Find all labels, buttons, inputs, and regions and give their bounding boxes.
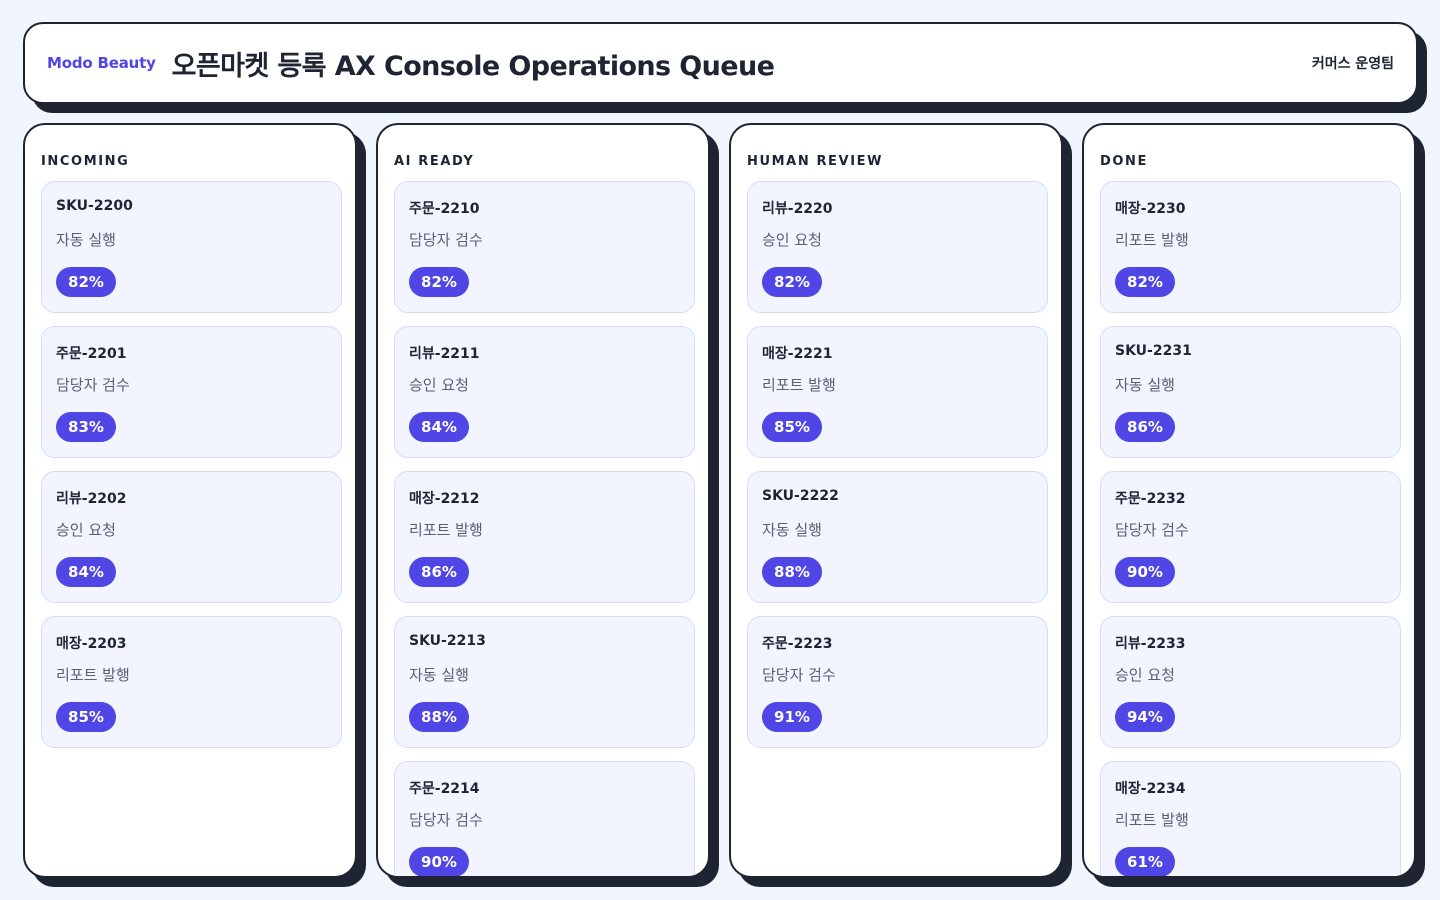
card-status: 자동 실행	[1115, 376, 1175, 394]
queue-card[interactable]: 주문-2232 담당자 검수 90%	[1100, 471, 1401, 603]
card-status: 자동 실행	[56, 231, 116, 249]
card-id: 매장-2230	[1115, 201, 1186, 217]
queue-card[interactable]: SKU-2222 자동 실행 88%	[747, 471, 1048, 603]
team-name: 커머스 운영팀	[1311, 56, 1394, 72]
queue-card[interactable]: 매장-2221 리포트 발행 85%	[747, 326, 1048, 458]
card-id: 주문-2214	[409, 781, 480, 797]
column-done: DONE 매장-2230 리포트 발행 82% SKU-2231 자동 실행 8…	[1082, 123, 1416, 878]
card-id: 리뷰-2233	[1115, 636, 1186, 652]
card-status: 리포트 발행	[1115, 811, 1189, 829]
confidence-badge: 86%	[1115, 412, 1175, 442]
page-title: 오픈마켓 등록 AX Console Operations Queue	[171, 50, 775, 82]
queue-card[interactable]: SKU-2231 자동 실행 86%	[1100, 326, 1401, 458]
confidence-badge: 88%	[762, 557, 822, 587]
card-id: 리뷰-2202	[56, 491, 127, 507]
brand-logo[interactable]: Modo Beauty	[47, 54, 156, 72]
card-status: 담당자 검수	[1115, 521, 1189, 539]
card-id: SKU-2200	[56, 198, 133, 214]
card-id: 주문-2201	[56, 346, 127, 362]
confidence-badge: 88%	[409, 702, 469, 732]
queue-card[interactable]: 주문-2223 담당자 검수 91%	[747, 616, 1048, 748]
queue-card[interactable]: 매장-2234 리포트 발행 61%	[1100, 761, 1401, 876]
queue-card[interactable]: 리뷰-2211 승인 요청 84%	[394, 326, 695, 458]
card-status: 자동 실행	[409, 666, 469, 684]
confidence-badge: 86%	[409, 557, 469, 587]
confidence-badge: 90%	[1115, 557, 1175, 587]
card-id: 매장-2203	[56, 636, 127, 652]
confidence-badge: 82%	[56, 267, 116, 297]
card-status: 리포트 발행	[762, 376, 836, 394]
card-id: SKU-2213	[409, 633, 486, 649]
queue-card[interactable]: 주문-2210 담당자 검수 82%	[394, 181, 695, 313]
card-status: 승인 요청	[762, 231, 822, 249]
confidence-badge: 85%	[56, 702, 116, 732]
card-status: 담당자 검수	[56, 376, 130, 394]
confidence-badge: 94%	[1115, 702, 1175, 732]
card-id: 주문-2223	[762, 636, 833, 652]
confidence-badge: 83%	[56, 412, 116, 442]
card-id: 주문-2232	[1115, 491, 1186, 507]
confidence-badge: 82%	[1115, 267, 1175, 297]
card-id: SKU-2231	[1115, 343, 1192, 359]
card-id: 매장-2221	[762, 346, 833, 362]
card-status: 담당자 검수	[762, 666, 836, 684]
confidence-badge: 90%	[409, 847, 469, 876]
queue-card[interactable]: 매장-2230 리포트 발행 82%	[1100, 181, 1401, 313]
column-title: HUMAN REVIEW	[747, 154, 884, 169]
column-incoming: INCOMING SKU-2200 자동 실행 82% 주문-2201 담당자 …	[23, 123, 357, 878]
confidence-badge: 85%	[762, 412, 822, 442]
card-status: 자동 실행	[762, 521, 822, 539]
confidence-badge: 82%	[762, 267, 822, 297]
app-header: Modo Beauty 오픈마켓 등록 AX Console Operation…	[23, 22, 1418, 104]
queue-card[interactable]: 리뷰-2220 승인 요청 82%	[747, 181, 1048, 313]
column-title: INCOMING	[41, 154, 130, 169]
column-ai-ready: AI READY 주문-2210 담당자 검수 82% 리뷰-2211 승인 요…	[376, 123, 710, 878]
card-id: 리뷰-2220	[762, 201, 833, 217]
card-status: 승인 요청	[1115, 666, 1175, 684]
column-title: AI READY	[394, 154, 475, 169]
queue-card[interactable]: 주문-2201 담당자 검수 83%	[41, 326, 342, 458]
card-id: SKU-2222	[762, 488, 839, 504]
card-status: 리포트 발행	[56, 666, 130, 684]
card-status: 리포트 발행	[1115, 231, 1189, 249]
queue-card[interactable]: 매장-2212 리포트 발행 86%	[394, 471, 695, 603]
confidence-badge: 82%	[409, 267, 469, 297]
confidence-badge: 61%	[1115, 847, 1175, 876]
card-status: 담당자 검수	[409, 811, 483, 829]
card-id: 매장-2212	[409, 491, 480, 507]
card-status: 승인 요청	[409, 376, 469, 394]
queue-card[interactable]: 리뷰-2233 승인 요청 94%	[1100, 616, 1401, 748]
confidence-badge: 84%	[56, 557, 116, 587]
confidence-badge: 91%	[762, 702, 822, 732]
queue-card[interactable]: SKU-2200 자동 실행 82%	[41, 181, 342, 313]
card-status: 승인 요청	[56, 521, 116, 539]
card-id: 리뷰-2211	[409, 346, 480, 362]
queue-card[interactable]: 리뷰-2202 승인 요청 84%	[41, 471, 342, 603]
card-status: 담당자 검수	[409, 231, 483, 249]
card-id: 매장-2234	[1115, 781, 1186, 797]
confidence-badge: 84%	[409, 412, 469, 442]
queue-card[interactable]: 매장-2203 리포트 발행 85%	[41, 616, 342, 748]
card-status: 리포트 발행	[409, 521, 483, 539]
queue-card[interactable]: 주문-2214 담당자 검수 90%	[394, 761, 695, 876]
queue-card[interactable]: SKU-2213 자동 실행 88%	[394, 616, 695, 748]
column-title: DONE	[1100, 154, 1149, 169]
card-id: 주문-2210	[409, 201, 480, 217]
column-human-review: HUMAN REVIEW 리뷰-2220 승인 요청 82% 매장-2221 리…	[729, 123, 1063, 878]
